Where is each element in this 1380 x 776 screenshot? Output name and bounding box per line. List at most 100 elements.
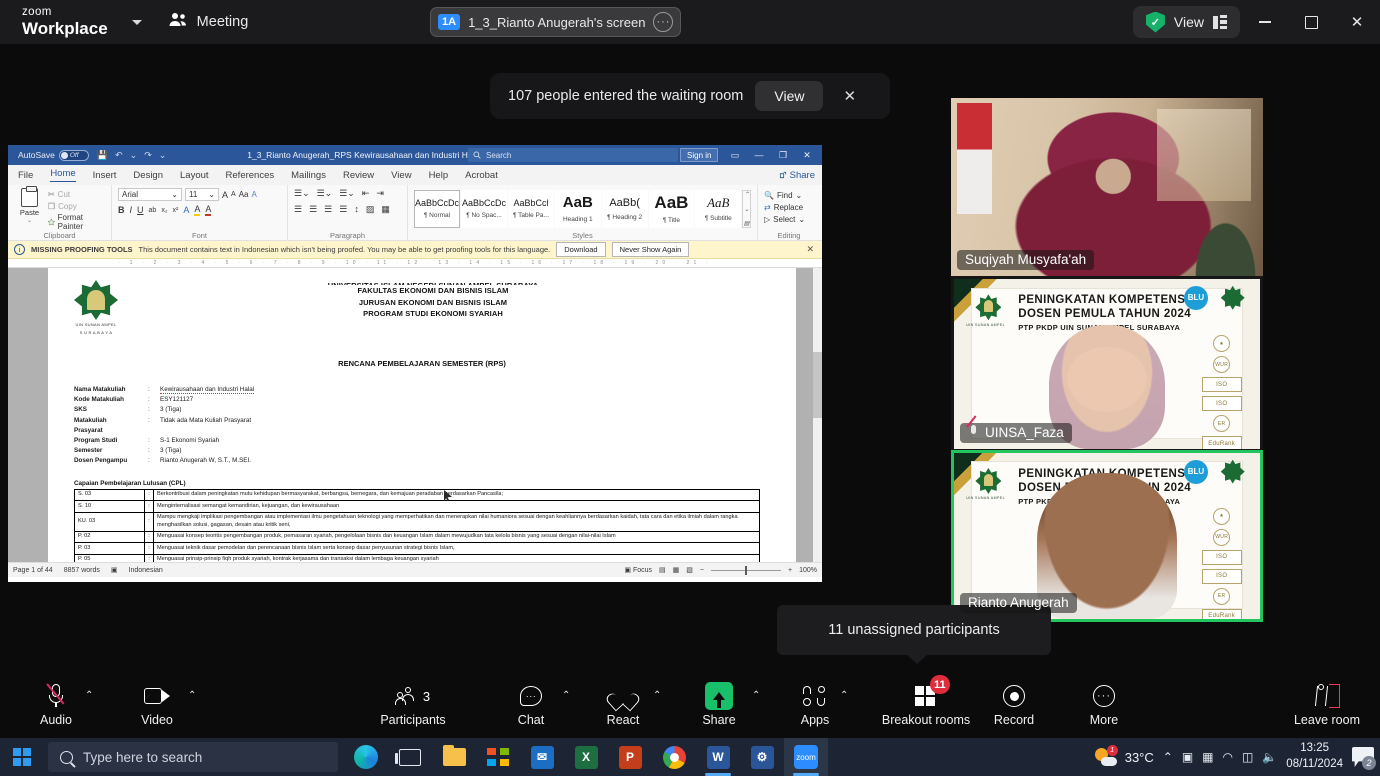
font-size-select[interactable]: 11 ⌄ — [185, 188, 219, 201]
maximize-button[interactable] — [1288, 0, 1334, 44]
close-button[interactable]: ✕ — [1334, 0, 1380, 44]
undo-icon[interactable]: ↶ — [115, 150, 123, 161]
taskbar-search-box[interactable]: Type here to search — [48, 742, 338, 772]
leave-room-icon[interactable] — [1314, 682, 1340, 710]
multilevel-list-button[interactable]: ☰⌄ — [339, 188, 355, 199]
notification-center-button[interactable]: 2 — [1352, 747, 1376, 770]
language-status[interactable]: Indonesian — [129, 567, 163, 574]
align-right-button[interactable]: ☰ — [324, 204, 332, 215]
print-layout-button[interactable]: ▦ — [673, 566, 680, 574]
zoom-slider[interactable] — [711, 565, 781, 575]
shading-button[interactable]: ▨ — [366, 204, 375, 215]
never-show-again-button[interactable]: Never Show Again — [611, 242, 690, 257]
waiting-room-view-button[interactable]: View — [755, 81, 824, 111]
participants-icon[interactable]: 3 — [394, 682, 430, 710]
heart-react-icon[interactable] — [613, 682, 633, 710]
copy-button[interactable]: ❐ Copy — [48, 202, 105, 211]
superscript-button[interactable]: x² — [173, 207, 179, 214]
ribbon-tab-file[interactable]: File — [18, 170, 33, 181]
strikethrough-button[interactable]: ab — [149, 207, 157, 214]
ribbon-tab-acrobat[interactable]: Acrobat — [465, 170, 498, 181]
shrink-font-button[interactable]: A — [231, 191, 236, 198]
toolbar-breakout-rooms[interactable]: 11 Breakout rooms — [878, 675, 974, 727]
zoom-tray-icon[interactable]: ▣ — [1182, 750, 1193, 764]
ribbon-tab-layout[interactable]: Layout — [180, 170, 209, 181]
font-family-select[interactable]: Arial ⌄ — [118, 188, 182, 201]
zoom-in-button[interactable]: + — [788, 567, 792, 574]
align-center-button[interactable]: ☰ — [309, 204, 317, 215]
style-normal[interactable]: AaBbCcDc ¶ Normal — [414, 190, 461, 228]
borders-button[interactable]: ▦ — [381, 204, 390, 215]
ribbon-display-options-icon[interactable]: ▭ — [723, 150, 747, 161]
share-options-caret-icon[interactable]: ⌃ — [752, 690, 760, 701]
record-icon[interactable] — [1003, 682, 1025, 710]
excel-button[interactable]: X — [564, 738, 608, 776]
word-ruler[interactable]: · 1 · 2 · 3 · 4 · 5 · 6 · 7 · 8 · 9 · 10… — [8, 259, 822, 268]
breakout-rooms-icon[interactable]: 11 — [915, 675, 950, 710]
ribbon-tab-mailings[interactable]: Mailings — [291, 170, 326, 181]
video-tile-uinsa-faza[interactable]: UIN SUNAN AMPEL PENINGKATAN KOMPETENSI D… — [951, 276, 1263, 452]
settings-button[interactable]: ⚙ — [740, 738, 784, 776]
powerpoint-button[interactable]: P — [608, 738, 652, 776]
change-case-button[interactable]: Aa — [239, 190, 249, 199]
word-document-body[interactable]: · 1 · 2 · 3 · 4 · 5 · 6 · 7 · 8 · 9 · 10… — [8, 259, 822, 562]
cortana-button[interactable] — [344, 738, 388, 776]
word-restore-button[interactable]: ❐ — [771, 150, 795, 161]
style-subtitle[interactable]: AaB ¶ Subtitle — [695, 190, 742, 228]
chat-options-caret-icon[interactable]: ⌃ — [562, 690, 570, 701]
apps-options-caret-icon[interactable]: ⌃ — [840, 690, 848, 701]
react-options-caret-icon[interactable]: ⌃ — [653, 690, 661, 701]
shared-screen-content[interactable]: AutoSave Off 💾 ↶ ⌄ ↷ ⌄ 1_3_Rianto Anuger… — [8, 145, 822, 582]
volume-icon[interactable]: 🔈 — [1262, 750, 1277, 764]
chrome-button[interactable] — [652, 738, 696, 776]
word-vertical-scrollbar[interactable] — [813, 268, 822, 562]
page-number[interactable]: Page 1 of 44 — [13, 567, 53, 574]
zoom-taskbar-button[interactable]: zoom — [784, 738, 828, 776]
align-left-button[interactable]: ☰ — [294, 204, 302, 215]
word-share-button[interactable]: Share — [779, 170, 815, 181]
zoom-level[interactable]: 100% — [799, 567, 817, 574]
line-spacing-button[interactable]: ↕ — [354, 204, 359, 215]
justify-button[interactable]: ☰ — [339, 204, 347, 215]
close-icon[interactable]: ✕ — [835, 83, 864, 109]
word-count[interactable]: 8857 words — [64, 567, 100, 574]
cut-button[interactable]: ✂ Cut — [48, 190, 105, 199]
word-close-button[interactable]: ✕ — [795, 150, 819, 161]
style-no-spacing[interactable]: AaBbCcDc ¶ No Spac... — [461, 190, 508, 228]
ribbon-tab-view[interactable]: View — [391, 170, 411, 181]
find-button[interactable]: 🔍 Find ⌄ — [764, 191, 814, 200]
chat-icon[interactable]: ··· — [520, 682, 542, 710]
toolbar-chat[interactable]: ··· Chat — [494, 682, 568, 727]
toolbar-audio[interactable]: Audio — [19, 682, 93, 727]
ribbon-tab-review[interactable]: Review — [343, 170, 374, 181]
close-icon[interactable]: ✕ — [806, 244, 816, 255]
paste-button[interactable]: Paste ⌄ — [14, 186, 45, 231]
save-icon[interactable]: 💾 — [97, 150, 108, 161]
ribbon-tab-references[interactable]: References — [226, 170, 275, 181]
underline-button[interactable]: U — [137, 205, 144, 215]
clear-formatting-button[interactable]: A — [251, 190, 256, 199]
toolbar-share[interactable]: Share — [682, 682, 756, 727]
proofing-status-icon[interactable]: ▣ — [111, 566, 118, 574]
view-control[interactable]: View — [1132, 6, 1240, 38]
word-minimize-button[interactable]: — — [747, 150, 771, 160]
camera-icon[interactable] — [144, 682, 170, 710]
font-color-button[interactable]: A — [205, 204, 212, 216]
grow-font-button[interactable]: A — [222, 190, 228, 200]
toolbar-leave-room[interactable]: Leave room — [1290, 682, 1364, 727]
toolbar-record[interactable]: Record — [977, 682, 1051, 727]
toolbar-video[interactable]: Video — [120, 682, 194, 727]
more-icon[interactable]: ··· — [1093, 682, 1115, 710]
toolbar-more[interactable]: ··· More — [1067, 682, 1141, 727]
mail-button[interactable]: ✉ — [520, 738, 564, 776]
show-hidden-icons-chevron[interactable]: ⌃ — [1163, 750, 1173, 764]
autosave-switch[interactable]: Off — [58, 149, 89, 161]
chevron-down-icon[interactable]: ⌄ — [27, 217, 32, 224]
video-tile-rianto[interactable]: UIN SUNAN AMPEL PENINGKATAN KOMPETENSI D… — [951, 450, 1263, 622]
share-screen-icon[interactable] — [705, 682, 733, 710]
read-mode-button[interactable]: ▤ — [659, 566, 666, 574]
taskbar-clock[interactable]: 13:25 08/11/2024 — [1286, 741, 1343, 772]
redo-icon[interactable]: ↷ — [144, 150, 152, 161]
italic-button[interactable]: I — [130, 205, 133, 215]
word-page[interactable]: UIN SUNAN AMPEL S U R A B A Y A UNIVERSI… — [48, 268, 796, 562]
